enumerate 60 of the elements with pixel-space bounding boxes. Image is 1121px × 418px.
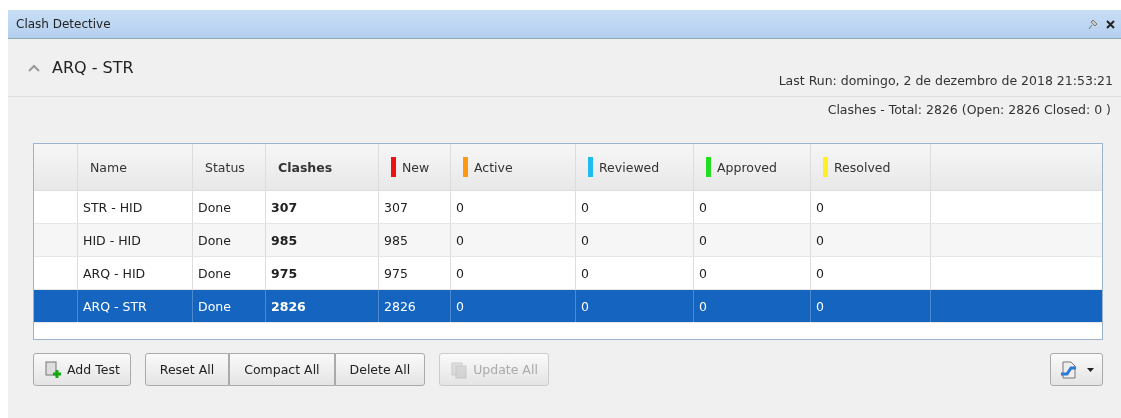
table-cell: Done [198,199,231,215]
table-cell: 307 [384,199,408,215]
table-cell: HID - HID [83,232,141,248]
table-row[interactable]: STR - HID Done 307 307 0 0 0 0 [34,191,1102,224]
toolbar-button[interactable]: Reset All [144,353,230,386]
add-document-icon [44,360,62,379]
table-cell: 0 [816,232,824,248]
clash-summary: Clashes - Total: 2826 (Open: 2826 Closed: 0 ) [827,102,1111,119]
window-title: Clash Detective [16,17,112,31]
caret-icon [1087,367,1094,372]
column-header[interactable]: Active [451,144,576,190]
table-cell: 0 [456,265,464,281]
table-cell: 0 [581,298,589,314]
column-header[interactable]: Clashes [266,144,379,190]
table-cell: 0 [699,199,707,215]
table-cell: 0 [456,232,464,248]
documents-icon [450,360,469,379]
table-cell: 975 [271,265,298,281]
export-icon [1059,359,1079,380]
table-cell: 0 [456,298,464,314]
table-cell: Done [198,265,231,281]
table-cell: 2826 [384,298,416,314]
table-cell: STR - HID [83,199,143,215]
column-header[interactable]: Resolved [811,144,931,190]
table-cell: 0 [816,265,824,281]
column-header[interactable]: Status [193,144,266,190]
table-cell: 985 [271,232,298,248]
table-cell: 2826 [271,298,306,314]
table-cell: 0 [581,265,589,281]
table-cell: 0 [699,265,707,281]
test-name: ARQ - STR [52,58,134,77]
pin-icon[interactable] [1087,18,1098,30]
table-cell: 0 [816,298,824,314]
column-header[interactable]: Name [78,144,193,190]
close-icon[interactable] [1106,19,1115,29]
toolbar-button[interactable]: Compact All [229,353,335,386]
column-header[interactable]: Reviewed [576,144,694,190]
add-test-button[interactable]: Add Test [33,353,131,386]
table-cell: 985 [384,232,408,248]
table-cell: 975 [384,265,408,281]
column-header[interactable]: New [379,144,451,190]
table-cell: ARQ - HID [83,265,146,281]
table-cell: 307 [271,199,298,215]
table-row[interactable]: HID - HID Done 985 985 0 0 0 0 [34,224,1102,257]
last-run-text: Last Run: domingo, 2 de dezembro de 2018 21:53:21 [778,73,1113,88]
table-cell: 0 [581,199,589,215]
collapse-icon[interactable] [28,63,40,72]
export-button[interactable] [1050,353,1103,386]
table-cell: 0 [456,199,464,215]
table-row[interactable]: ARQ - HID Done 975 975 0 0 0 0 [34,257,1102,290]
table-cell: ARQ - STR [83,298,147,314]
table-row[interactable]: ARQ - STR Done 2826 2826 0 0 0 0 [34,290,1102,323]
table-cell: 0 [581,232,589,248]
column-header[interactable]: Approved [694,144,811,190]
table-cell: Done [198,232,231,248]
table-cell: 0 [699,298,707,314]
table-cell: 0 [699,232,707,248]
table-cell: 0 [816,199,824,215]
toolbar-button[interactable]: Delete All [334,353,426,386]
table-cell: Done [198,298,231,314]
